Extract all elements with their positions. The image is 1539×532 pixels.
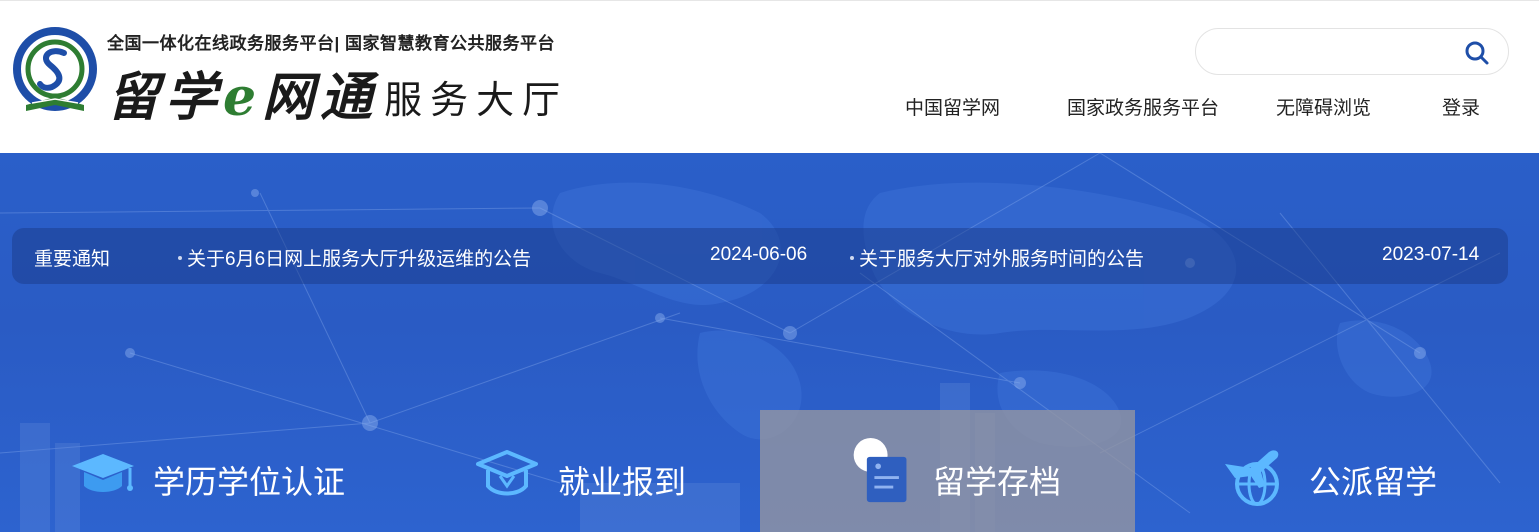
logo-title-part: 网通 bbox=[262, 67, 379, 128]
service-tile-degree-verification[interactable]: 学历学位认证 bbox=[0, 410, 380, 532]
graduation-cap-icon bbox=[72, 454, 134, 492]
bullet-icon bbox=[850, 256, 854, 260]
nav-link-gov-platform[interactable]: 国家政务服务平台 bbox=[1067, 93, 1219, 119]
announcement-label: 重要通知 bbox=[34, 249, 111, 270]
service-tile-employment-report[interactable]: 就业报到 bbox=[380, 410, 760, 532]
logo-title-hall: 服务大厅 bbox=[384, 80, 569, 122]
announcement-date: 2023-07-14 bbox=[1382, 244, 1480, 265]
nav-link-accessibility[interactable]: 无障碍浏览 bbox=[1276, 93, 1371, 119]
service-tile-study-abroad-archive[interactable]: 留学存档 bbox=[760, 410, 1135, 532]
service-label: 公派留学 bbox=[1309, 464, 1438, 500]
service-label: 就业报到 bbox=[558, 464, 687, 500]
nav-link-login[interactable]: 登录 bbox=[1442, 93, 1480, 119]
nav-link-cscse[interactable]: 中国留学网 bbox=[905, 93, 1000, 119]
site-logo[interactable]: 全国一体化在线政务服务平台| 国家智慧教育公共服务平台 留学e网通 服务大厅 bbox=[12, 27, 602, 128]
announcement-link[interactable]: 关于6月6日网上服务大厅升级运维的公告 bbox=[178, 244, 531, 271]
logo-title: 留学e网通 服务大厅 bbox=[107, 55, 568, 128]
hero-banner: 重要通知 关于6月6日网上服务大厅升级运维的公告 2024-06-06 关于服务… bbox=[0, 153, 1539, 532]
announcement-date: 2024-06-06 bbox=[710, 244, 808, 265]
announcement-title: 关于服务大厅对外服务时间的公告 bbox=[859, 249, 1145, 270]
service-label: 留学存档 bbox=[933, 464, 1062, 500]
logo-title-e: e bbox=[223, 67, 263, 128]
outline-cap-icon bbox=[476, 450, 538, 496]
bullet-icon bbox=[178, 256, 182, 260]
announcement-title: 关于6月6日网上服务大厅升级运维的公告 bbox=[187, 249, 532, 270]
service-label: 学历学位认证 bbox=[153, 464, 346, 500]
logo-subtitle: 全国一体化在线政务服务平台| 国家智慧教育公共服务平台 bbox=[107, 34, 555, 53]
service-tile-government-sponsored[interactable]: 公派留学 bbox=[1135, 410, 1539, 532]
search-input[interactable] bbox=[1214, 39, 1454, 65]
announcement-link[interactable]: 关于服务大厅对外服务时间的公告 bbox=[850, 244, 1144, 271]
logo-emblem-icon bbox=[13, 27, 97, 111]
search-icon[interactable] bbox=[1464, 40, 1490, 66]
airplane-globe-icon bbox=[1225, 450, 1279, 506]
site-header: 全国一体化在线政务服务平台| 国家智慧教育公共服务平台 留学e网通 服务大厅 中国… bbox=[0, 0, 1539, 153]
logo-title-part: 留学 bbox=[107, 67, 224, 128]
archive-document-icon bbox=[853, 438, 907, 503]
announcement-bar: 重要通知 关于6月6日网上服务大厅升级运维的公告 2024-06-06 关于服务… bbox=[12, 228, 1508, 284]
search-box[interactable] bbox=[1195, 28, 1509, 75]
